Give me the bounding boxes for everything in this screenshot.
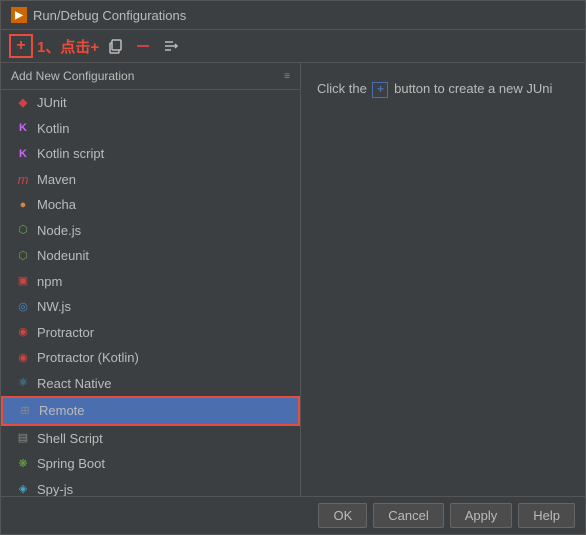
- nodeunit-icon: ⬡: [15, 248, 31, 264]
- dialog-title: Run/Debug Configurations: [33, 8, 186, 23]
- kotlin-script-icon: K: [15, 146, 31, 162]
- list-item-label: React Native: [37, 374, 111, 394]
- list-item-spy-js[interactable]: ◈ Spy-js: [1, 477, 300, 497]
- npm-icon: ▣: [15, 273, 31, 289]
- list-item-npm[interactable]: ▣ npm: [1, 269, 300, 295]
- junit-icon: ◆: [15, 95, 31, 111]
- config-list[interactable]: ◆ JUnit K Kotlin K Kotlin script m Maven…: [1, 90, 300, 496]
- remove-button[interactable]: [131, 34, 155, 58]
- list-item-label: Kotlin script: [37, 144, 104, 164]
- panel-header-label: Add New Configuration: [11, 69, 134, 83]
- remote-icon: ⊞: [17, 403, 33, 419]
- scroll-icon: ≡: [284, 71, 290, 82]
- protractor-kotlin-icon: ◉: [15, 350, 31, 366]
- plus-icon: +: [372, 82, 388, 98]
- instruction-text: Click the + button to create a new JUni: [317, 79, 569, 100]
- list-item-label: npm: [37, 272, 62, 292]
- apply-button[interactable]: Apply: [450, 503, 513, 528]
- list-item-kotlin-script[interactable]: K Kotlin script: [1, 141, 300, 167]
- sort-button[interactable]: [159, 34, 183, 58]
- run-debug-dialog: ▶ Run/Debug Configurations + 1、点击+: [0, 0, 586, 535]
- list-item-kotlin[interactable]: K Kotlin: [1, 116, 300, 142]
- list-item-nodeunit[interactable]: ⬡ Nodeunit: [1, 243, 300, 269]
- list-item-remote[interactable]: ⊞ Remote 2、点击远程: [1, 396, 300, 426]
- shell-icon: ▤: [15, 430, 31, 446]
- annotation-1: 1、点击+: [37, 36, 99, 57]
- instruction-prefix: Click the: [317, 81, 367, 96]
- spy-js-icon: ◈: [15, 481, 31, 496]
- nodejs-icon: ⬡: [15, 222, 31, 238]
- content-area: Add New Configuration ≡ ◆ JUnit K Kotlin…: [1, 63, 585, 496]
- list-item-protractor-kotlin[interactable]: ◉ Protractor (Kotlin): [1, 345, 300, 371]
- instruction-suffix: button to create a new JUni: [394, 81, 552, 96]
- list-item-label: Node.js: [37, 221, 81, 241]
- list-item-mocha[interactable]: ● Mocha: [1, 192, 300, 218]
- list-item-junit[interactable]: ◆ JUnit: [1, 90, 300, 116]
- bottom-bar: OK Cancel Apply Help: [1, 496, 585, 534]
- list-item-nodejs[interactable]: ⬡ Node.js: [1, 218, 300, 244]
- kotlin-icon: K: [15, 120, 31, 136]
- list-item-label: Maven: [37, 170, 76, 190]
- mocha-icon: ●: [15, 197, 31, 213]
- cancel-button[interactable]: Cancel: [373, 503, 443, 528]
- list-item-label: Protractor (Kotlin): [37, 348, 139, 368]
- react-icon: ⚛: [15, 375, 31, 391]
- list-item-label: Remote: [39, 401, 85, 421]
- list-item-label: Protractor: [37, 323, 94, 343]
- list-item-label: Mocha: [37, 195, 76, 215]
- list-item-spring-boot[interactable]: ❋ Spring Boot: [1, 451, 300, 477]
- title-bar-icon: ▶: [11, 7, 27, 23]
- list-item-react-native[interactable]: ⚛ React Native: [1, 371, 300, 397]
- list-item-shell-script[interactable]: ▤ Shell Script: [1, 426, 300, 452]
- help-button[interactable]: Help: [518, 503, 575, 528]
- nwjs-icon: ◎: [15, 299, 31, 315]
- panel-header: Add New Configuration ≡: [1, 63, 300, 90]
- list-item-nwjs[interactable]: ◎ NW.js: [1, 294, 300, 320]
- list-item-label: JUnit: [37, 93, 67, 113]
- copy-button[interactable]: [103, 34, 127, 58]
- list-item-maven[interactable]: m Maven: [1, 167, 300, 193]
- list-item-label: Nodeunit: [37, 246, 89, 266]
- ok-button[interactable]: OK: [318, 503, 367, 528]
- list-item-label: Kotlin: [37, 119, 70, 139]
- add-config-button[interactable]: +: [9, 34, 33, 58]
- left-panel: Add New Configuration ≡ ◆ JUnit K Kotlin…: [1, 63, 301, 496]
- list-item-protractor[interactable]: ◉ Protractor: [1, 320, 300, 346]
- spring-boot-icon: ❋: [15, 456, 31, 472]
- list-item-label: NW.js: [37, 297, 71, 317]
- list-item-label: Shell Script: [37, 429, 103, 449]
- list-item-label: Spring Boot: [37, 454, 105, 474]
- toolbar: + 1、点击+: [1, 30, 585, 63]
- title-bar: ▶ Run/Debug Configurations: [1, 1, 585, 30]
- protractor-icon: ◉: [15, 324, 31, 340]
- maven-icon: m: [15, 171, 31, 187]
- right-panel: Click the + button to create a new JUni: [301, 63, 585, 496]
- list-item-label: Spy-js: [37, 480, 73, 497]
